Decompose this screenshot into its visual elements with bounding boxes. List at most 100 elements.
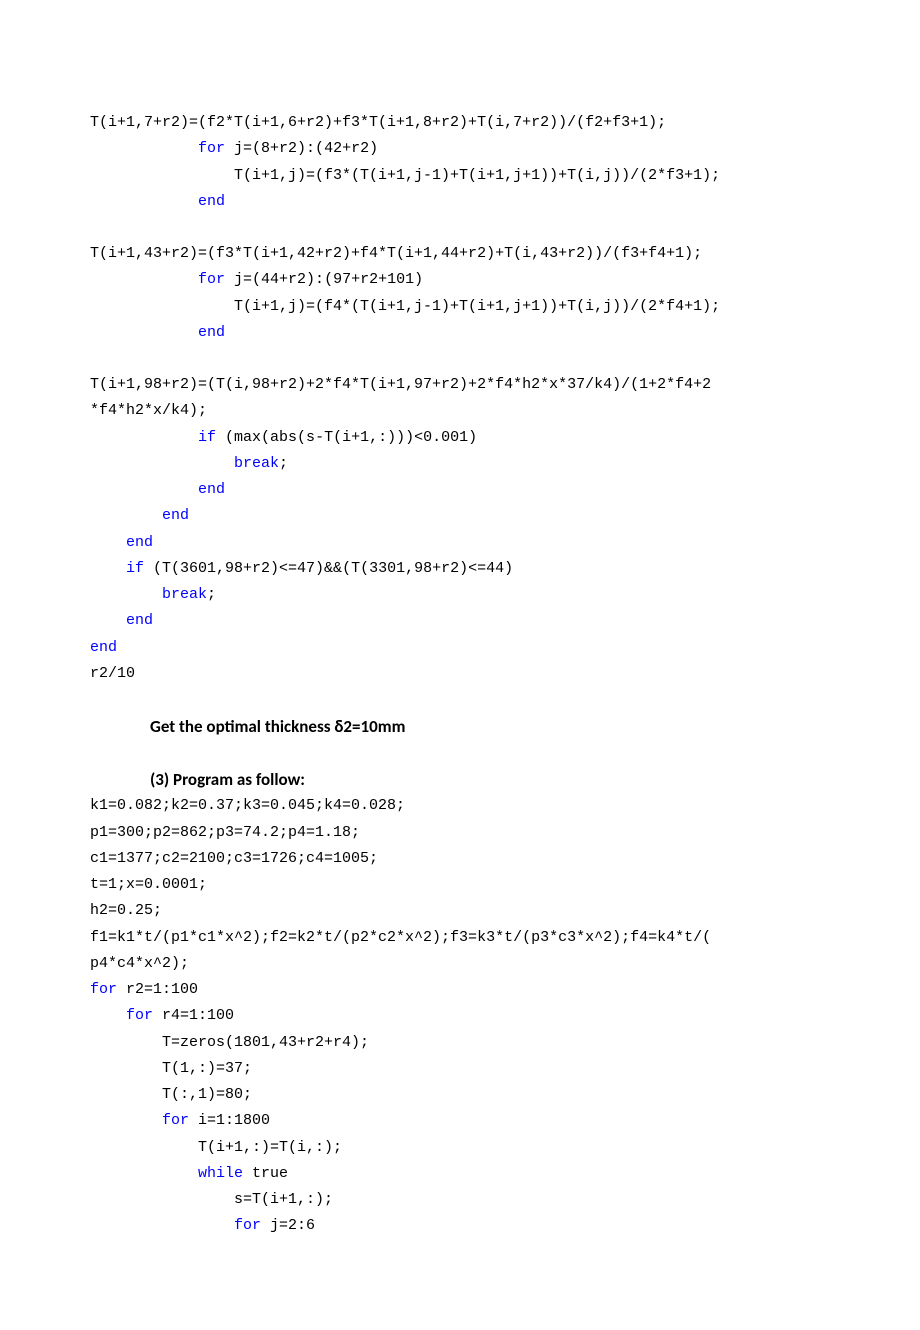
code-keyword: for — [90, 981, 117, 998]
code-text: (T(3601,98+r2)<=47)&&(T(3301,98+r2)<=44) — [144, 560, 513, 577]
code-keyword: end — [126, 612, 153, 629]
code-line: T=zeros(1801,43+r2+r4); — [90, 1030, 830, 1056]
code-text: r4=1:100 — [153, 1007, 234, 1024]
code-text: *f4*h2*x/k4); — [90, 402, 207, 419]
code-text: r2/10 — [90, 665, 135, 682]
code-line: for j=(44+r2):(97+r2+101) — [90, 267, 830, 293]
code-text — [90, 1217, 234, 1234]
code-line: p1=300;p2=862;p3=74.2;p4=1.18; — [90, 820, 830, 846]
code-text: T(i+1,43+r2)=(f3*T(i+1,42+r2)+f4*T(i+1,4… — [90, 245, 702, 262]
code-text: T(i+1,:)=T(i,:); — [90, 1139, 342, 1156]
code-line: f1=k1*t/(p1*c1*x^2);f2=k2*t/(p2*c2*x^2);… — [90, 925, 830, 951]
code-text — [90, 455, 234, 472]
code-line: end — [90, 320, 830, 346]
document-page: T(i+1,7+r2)=(f2*T(i+1,6+r2)+f3*T(i+1,8+r… — [0, 0, 920, 1330]
code-keyword: end — [198, 481, 225, 498]
code-text: t=1;x=0.0001; — [90, 876, 207, 893]
code-line: T(i+1,j)=(f4*(T(i+1,j-1)+T(i+1,j+1))+T(i… — [90, 294, 830, 320]
code-keyword: break — [162, 586, 207, 603]
code-text: s=T(i+1,:); — [90, 1191, 333, 1208]
code-text — [90, 534, 126, 551]
code-line: if (max(abs(s-T(i+1,:)))<0.001) — [90, 425, 830, 451]
code-text: j=(44+r2):(97+r2+101) — [225, 271, 423, 288]
code-text: T(i+1,7+r2)=(f2*T(i+1,6+r2)+f3*T(i+1,8+r… — [90, 114, 666, 131]
code-keyword: end — [162, 507, 189, 524]
code-text: c1=1377;c2=2100;c3=1726;c4=1005; — [90, 850, 378, 867]
code-text: p1=300;p2=862;p3=74.2;p4=1.18; — [90, 824, 360, 841]
code-line: end — [90, 635, 830, 661]
code-text — [90, 612, 126, 629]
code-line: r2/10 — [90, 661, 830, 687]
code-keyword: end — [198, 193, 225, 210]
code-text: ; — [279, 455, 288, 472]
code-keyword: for — [126, 1007, 153, 1024]
code-line: if (T(3601,98+r2)<=47)&&(T(3301,98+r2)<=… — [90, 556, 830, 582]
code-text: p4*c4*x^2); — [90, 955, 189, 972]
code-line: break; — [90, 451, 830, 477]
code-text: r2=1:100 — [117, 981, 198, 998]
code-line: for i=1:1800 — [90, 1108, 830, 1134]
code-keyword: if — [126, 560, 144, 577]
code-line: s=T(i+1,:); — [90, 1187, 830, 1213]
code-text: true — [243, 1165, 288, 1182]
code-text — [90, 429, 198, 446]
code-keyword: break — [234, 455, 279, 472]
code-text: h2=0.25; — [90, 902, 162, 919]
code-line: t=1;x=0.0001; — [90, 872, 830, 898]
code-line: T(i+1,43+r2)=(f3*T(i+1,42+r2)+f4*T(i+1,4… — [90, 241, 830, 267]
code-text — [90, 271, 198, 288]
code-text: (max(abs(s-T(i+1,:)))<0.001) — [216, 429, 477, 446]
code-keyword: end — [90, 639, 117, 656]
code-text — [90, 1165, 198, 1182]
blank-line — [90, 740, 830, 766]
code-keyword: for — [198, 140, 225, 157]
code-line: T(:,1)=80; — [90, 1082, 830, 1108]
code-text — [90, 193, 198, 210]
code-text: j=(8+r2):(42+r2) — [225, 140, 378, 157]
blank-line — [90, 346, 830, 372]
code-line: T(i+1,:)=T(i,:); — [90, 1135, 830, 1161]
code-keyword: for — [234, 1217, 261, 1234]
code-keyword: while — [198, 1165, 243, 1182]
code-text: k1=0.082;k2=0.37;k3=0.045;k4=0.028; — [90, 797, 405, 814]
code-text: T=zeros(1801,43+r2+r4); — [90, 1034, 369, 1051]
code-text — [90, 507, 162, 524]
blank-line — [90, 215, 830, 241]
code-line: for r2=1:100 — [90, 977, 830, 1003]
code-text: ; — [207, 586, 216, 603]
code-line: for j=2:6 — [90, 1213, 830, 1239]
code-text — [90, 1007, 126, 1024]
code-line: break; — [90, 582, 830, 608]
code-line: end — [90, 503, 830, 529]
code-text — [90, 586, 162, 603]
code-text: T(1,:)=37; — [90, 1060, 252, 1077]
code-text — [90, 140, 198, 157]
code-keyword: end — [198, 324, 225, 341]
code-line: h2=0.25; — [90, 898, 830, 924]
code-text: j=2:6 — [261, 1217, 315, 1234]
code-line: end — [90, 530, 830, 556]
code-text — [90, 1112, 162, 1129]
code-line: c1=1377;c2=2100;c3=1726;c4=1005; — [90, 846, 830, 872]
code-line: T(i+1,7+r2)=(f2*T(i+1,6+r2)+f3*T(i+1,8+r… — [90, 110, 830, 136]
code-line: T(1,:)=37; — [90, 1056, 830, 1082]
code-line: for j=(8+r2):(42+r2) — [90, 136, 830, 162]
prose-line: Get the optimal thickness δ2=10mm — [150, 713, 830, 740]
code-keyword: for — [162, 1112, 189, 1129]
code-text: T(i+1,j)=(f4*(T(i+1,j-1)+T(i+1,j+1))+T(i… — [90, 298, 720, 315]
code-text — [90, 324, 198, 341]
prose-line: (3) Program as follow: — [150, 766, 830, 793]
blank-line — [90, 687, 830, 713]
code-line: end — [90, 189, 830, 215]
code-line: *f4*h2*x/k4); — [90, 398, 830, 424]
code-text — [90, 560, 126, 577]
code-line: end — [90, 477, 830, 503]
code-keyword: end — [126, 534, 153, 551]
code-line: k1=0.082;k2=0.37;k3=0.045;k4=0.028; — [90, 793, 830, 819]
code-line: for r4=1:100 — [90, 1003, 830, 1029]
code-keyword: if — [198, 429, 216, 446]
code-line: while true — [90, 1161, 830, 1187]
code-text — [90, 481, 198, 498]
code-line: T(i+1,j)=(f3*(T(i+1,j-1)+T(i+1,j+1))+T(i… — [90, 163, 830, 189]
code-line: T(i+1,98+r2)=(T(i,98+r2)+2*f4*T(i+1,97+r… — [90, 372, 830, 398]
